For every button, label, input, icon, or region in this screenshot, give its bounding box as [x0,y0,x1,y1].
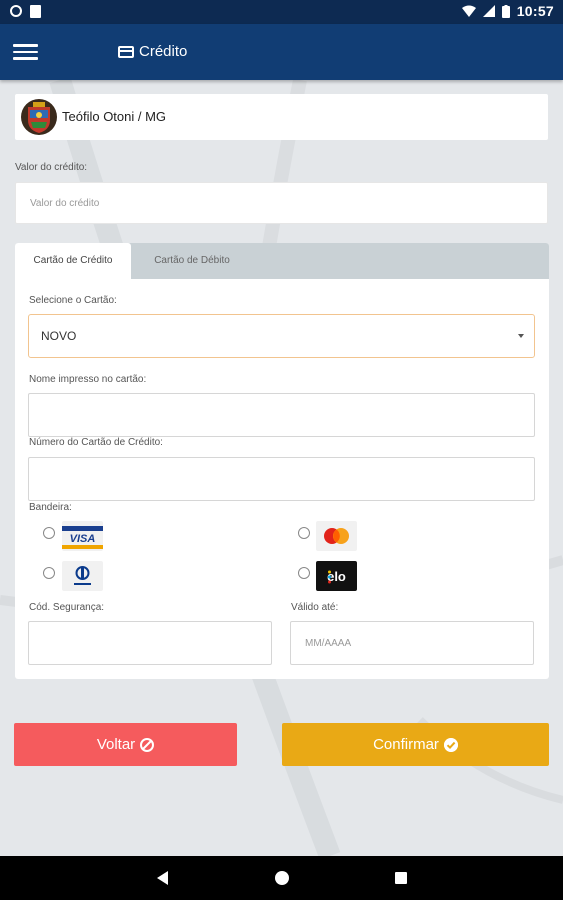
card-name-input[interactable] [28,393,535,437]
check-circle-icon [443,737,458,752]
card-type-tabs: Cartão de Crédito Cartão de Débito [15,243,549,279]
brand-label: Bandeira: [29,502,72,513]
card-number-input[interactable] [28,457,535,501]
dropdown-caret-icon [518,334,524,338]
visa-logo: VISA [62,521,103,551]
nav-recents-icon[interactable] [395,872,407,884]
menu-icon[interactable] [13,44,38,60]
status-bar: 10:57 [0,0,563,24]
card-name-label: Nome impresso no cartão: [29,374,147,385]
ban-icon [140,737,155,752]
payment-panel: Cartão de Crédito Cartão de Débito Selec… [15,243,549,679]
cvv-label: Cód. Segurança: [29,602,105,613]
svg-text:VISA: VISA [70,533,96,545]
valor-input[interactable] [15,182,548,224]
radio-visa[interactable] [43,527,55,539]
battery-icon [501,4,510,18]
sync-icon [10,5,22,17]
credit-card-icon [118,45,134,58]
diners-logo [62,561,103,591]
cvv-input[interactable] [28,621,272,665]
city-crest-icon [21,99,57,135]
back-button[interactable]: Voltar [14,723,237,766]
city-name: Teófilo Otoni / MG [62,109,167,124]
expiry-input[interactable] [290,621,534,665]
page-title: Crédito [118,43,187,60]
expiry-label: Válido até: [291,602,339,613]
system-nav-bar [0,856,563,900]
radio-elo[interactable] [298,567,310,579]
wifi-icon [461,5,476,17]
sd-card-icon [30,5,41,18]
nav-back-icon[interactable] [157,871,168,885]
app-bar: Crédito [0,24,563,80]
confirm-button[interactable]: Confirmar [282,723,549,766]
page-title-text: Crédito [139,43,188,60]
confirm-button-label: Confirmar [373,736,439,753]
back-button-label: Voltar [96,736,136,753]
mastercard-logo [316,521,357,551]
nav-home-icon[interactable] [275,871,289,885]
signal-icon [482,5,495,17]
card-select[interactable]: NOVO [28,314,535,358]
radio-diners[interactable] [43,567,55,579]
city-card: Teófilo Otoni / MG [15,94,548,140]
tab-credit-card[interactable]: Cartão de Crédito [15,243,131,279]
valor-label: Valor do crédito: [15,162,88,173]
card-select-value: NOVO [41,329,77,343]
select-card-label: Selecione o Cartão: [29,295,117,306]
radio-mastercard[interactable] [298,527,310,539]
tab-debit-card[interactable]: Cartão de Débito [131,243,253,279]
card-number-label: Número do Cartão de Crédito: [29,437,163,448]
clock: 10:57 [516,3,554,19]
elo-logo: elo [316,561,357,591]
